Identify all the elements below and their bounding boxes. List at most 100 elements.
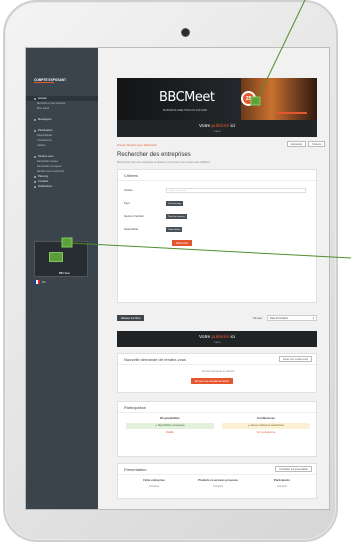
presentation-col-title: Fiche entreprise <box>143 478 165 482</box>
filter-label: Société <box>124 189 133 192</box>
view-switch: Exposants Visiteurs <box>287 141 326 147</box>
sidebar-item-label: Conférences <box>37 139 52 142</box>
bullet-icon <box>34 175 36 178</box>
new-rdv-button[interactable]: Envoyer une nouvelle demande <box>191 378 233 384</box>
presentation-col-title: Produits et services proposés <box>198 478 238 482</box>
sidebar-item-label: Accueil <box>38 97 47 100</box>
sort-label: Trier par : <box>252 316 263 320</box>
hero-accent-bar <box>277 112 307 114</box>
sidebar-item-label: Ateliers <box>37 144 46 147</box>
manage-rdv-button[interactable]: Gérer mes rendez-vous <box>278 356 312 362</box>
availability-heading: Disponibilités <box>160 416 180 420</box>
sort-control: Trier par : Date d'inscription ▾ <box>253 315 317 321</box>
ad-banner-title: Votre publicité ici <box>117 124 317 129</box>
presentation-col-value: Complète <box>276 485 288 488</box>
check-circle-icon: ● <box>155 425 157 427</box>
search-button[interactable]: Rechercher <box>172 240 193 246</box>
page-title: Rechercher des entreprises <box>117 152 191 158</box>
bullet-icon <box>34 118 36 121</box>
filter-label: Pays <box>124 202 130 205</box>
presentation-card: Présentation Compléter ma présentation F… <box>117 463 317 499</box>
exposants-button[interactable]: Exposants <box>287 141 307 147</box>
country-select[interactable]: Tous les pays <box>166 201 184 206</box>
language-label: FR <box>42 280 46 284</box>
availability-column: Disponibilités ● Disponibilités renseign… <box>126 416 214 434</box>
company-search-input[interactable]: Saisissez un nom <box>166 188 306 193</box>
breadcrumb[interactable]: Accueil / Rendez-vous / Rechercher <box>117 144 157 147</box>
results-toolbar: Masquer les filtres Trier par : Date d'i… <box>117 313 317 323</box>
ad-thumbnail <box>49 252 63 262</box>
sidebar-item-notifications[interactable]: Notifications <box>26 184 98 189</box>
language-switch[interactable]: FR <box>34 280 45 284</box>
filter-row-secteur: Secteur d'activité Tous les secteurs <box>124 214 187 219</box>
ad-banner-size: 728x90 <box>213 131 221 133</box>
bullet-icon <box>34 97 36 100</box>
presentation-col-company: Fiche entreprise Complète <box>124 478 184 488</box>
brand-underline <box>34 82 54 83</box>
ad-prefix: Votre <box>198 335 212 340</box>
visiteurs-button[interactable]: Visiteurs <box>308 141 326 147</box>
page-subtitle: Recherchez parmi les exposants et visite… <box>117 161 210 164</box>
conferences-status: ● Aucune conférence sélectionnée <box>222 423 310 429</box>
sort-select[interactable]: Date d'inscription ▾ <box>267 315 317 321</box>
conferences-link[interactable]: Voir le programme <box>222 432 310 434</box>
sidebar-ad[interactable]: BBC Meet <box>34 241 88 277</box>
hero-banner[interactable]: BBCMeet 25 BUSINESS MEETINGS PLATFORM <box>117 78 317 120</box>
ad-highlight: publicité <box>211 124 230 129</box>
availability-link[interactable]: Modifier <box>126 432 214 434</box>
sidebar-ad-label: BBC Meet <box>59 272 70 275</box>
bullet-icon <box>34 155 36 158</box>
ad-banner-top[interactable]: Votre publicité ici 728x90 <box>117 120 317 137</box>
bullet-icon <box>34 185 36 188</box>
ad-banner-title: Votre publicité ici <box>117 335 317 340</box>
presentation-col-value: Complète <box>212 485 224 488</box>
sidebar: COMPTE EXPOSANT Accueil Ma fiche et mes p… <box>26 48 98 509</box>
screen: COMPTE EXPOSANT Accueil Ma fiche et mes p… <box>25 47 330 510</box>
availability-status-text: Disponibilités renseignées <box>157 425 185 427</box>
sidebar-nav: Accueil Ma fiche et mes produits Mon stand… <box>26 96 98 189</box>
rdv-card: Nouvelle demande de rendez-vous Gérer me… <box>117 353 317 393</box>
presentation-col-products: Produits et services proposés Complète <box>188 478 248 488</box>
conferences-status-text: Aucune conférence sélectionnée <box>250 425 284 427</box>
logo-badge: 25 <box>241 91 256 106</box>
filter-label: Secteur d'activité <box>124 215 144 218</box>
ad-prefix: Votre <box>198 124 212 129</box>
sidebar-item-label: Rendez-vous <box>38 155 54 158</box>
main-content: BBCMeet 25 BUSINESS MEETINGS PLATFORM Vo… <box>98 48 329 509</box>
chevron-down-icon: ▾ <box>312 316 314 320</box>
camera-icon <box>181 28 190 37</box>
filter-label: Disponibilité <box>124 228 138 231</box>
sidebar-item-label: Demandes reçues <box>37 160 59 163</box>
presentation-col-participants: Participants Complète <box>252 478 312 488</box>
sidebar-item-label: Planning <box>38 175 49 178</box>
sidebar-item-label: Notifications <box>38 185 53 188</box>
presentation-col-title: Participants <box>273 478 290 482</box>
complete-presentation-button[interactable]: Compléter ma présentation <box>275 466 312 472</box>
ad-highlight: publicité <box>211 335 230 340</box>
filter-row-pays: Pays Tous les pays <box>124 201 184 206</box>
tablet-device: COMPTE EXPOSANT Accueil Ma fiche et mes p… <box>3 0 338 542</box>
bullet-icon <box>34 180 36 183</box>
availability-select[interactable]: Toutes dates <box>166 227 183 232</box>
bbcmeet-logo: BBCMeet <box>159 90 215 105</box>
conferences-heading: Conférences <box>256 416 276 420</box>
sidebar-item-label: Demandes envoyées <box>37 165 62 168</box>
ad-banner-middle[interactable]: Votre publicité ici 728x90 <box>117 331 317 347</box>
sidebar-item-label: Rendez-vous confirmés <box>37 170 65 173</box>
participation-title: Participation <box>118 402 316 413</box>
participation-card: Participation Disponibilités ● Disponibi… <box>117 401 317 457</box>
sidebar-item-label: Participation <box>38 129 53 132</box>
rdv-empty-message: Aucune demande en attente <box>201 370 235 373</box>
bullet-icon <box>34 129 36 132</box>
availability-status: ● Disponibilités renseignées <box>126 423 214 429</box>
filters-card: Critères Société Saisissez un nom Pays T… <box>117 169 317 303</box>
sector-select[interactable]: Tous les secteurs <box>166 214 187 219</box>
conferences-column: Conférences ● Aucune conférence sélectio… <box>222 416 310 434</box>
sidebar-item-label: Messagerie <box>38 118 52 121</box>
warning-circle-icon: ● <box>248 425 250 427</box>
hero-tagline: BUSINESS MEETINGS PLATFORM <box>163 109 207 112</box>
toggle-filters-button[interactable]: Masquer les filtres <box>117 315 145 321</box>
sidebar-item-label: Ma fiche et mes produits <box>37 102 66 105</box>
ad-suffix: ici <box>229 335 236 340</box>
sidebar-item-label: Disponibilités <box>37 134 53 137</box>
